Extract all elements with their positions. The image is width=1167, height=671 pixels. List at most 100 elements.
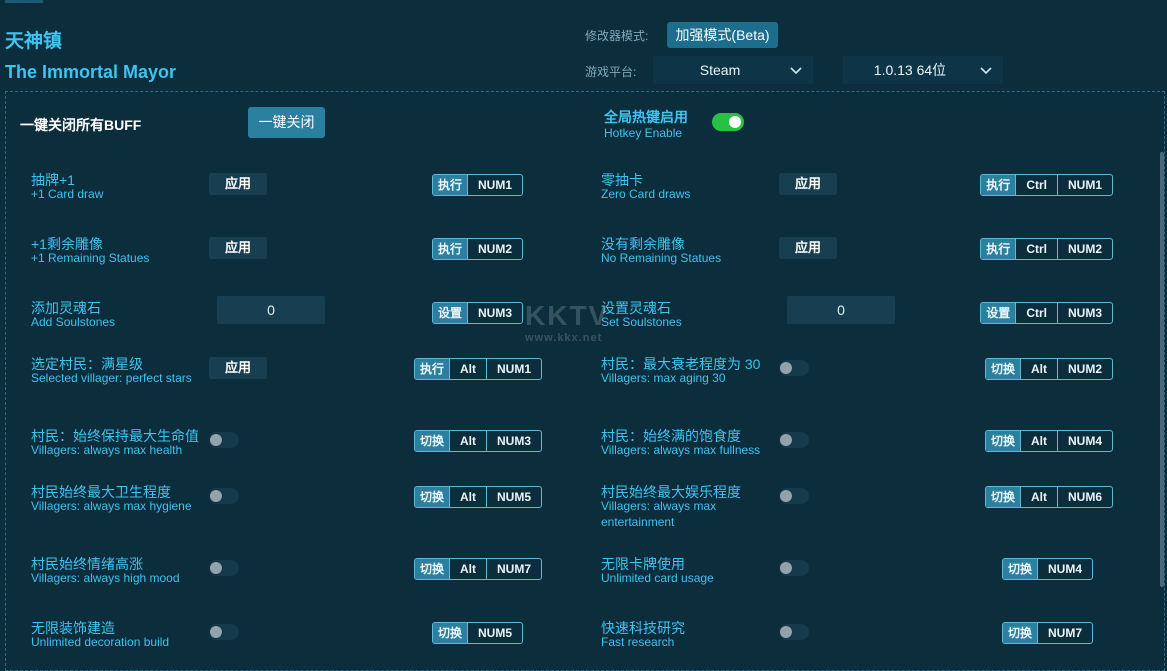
hotkey-key: NUM2	[1056, 359, 1112, 379]
mode-label: 修改器模式:	[585, 29, 649, 43]
hotkey-key: NUM5	[485, 487, 541, 507]
hotkey-chip[interactable]: 执行 Ctrl NUM2	[980, 238, 1113, 260]
hotkey-action: 切换	[414, 559, 449, 579]
hotkey-action: 执行	[981, 175, 1016, 195]
hotkey-enable-toggle[interactable]	[712, 113, 744, 131]
feature-label-en: Zero Card draws	[601, 187, 691, 201]
feature-toggle[interactable]	[779, 624, 809, 640]
apply-button[interactable]: 应用	[209, 237, 267, 259]
feature-label-en: Villagers: always high mood	[31, 571, 180, 585]
toggle-knob	[210, 626, 222, 638]
chevron-down-icon	[980, 67, 992, 75]
hotkey-key: Ctrl	[1015, 175, 1057, 195]
close-all-label: 一键关闭所有BUFF	[20, 117, 142, 133]
feature-toggle[interactable]	[209, 488, 239, 504]
hotkey-key: NUM7	[1036, 623, 1092, 643]
feature-toggle[interactable]	[779, 360, 809, 376]
feature-toggle[interactable]	[209, 560, 239, 576]
watermark-logo: KKTV	[525, 300, 610, 331]
platform-select[interactable]: Steam	[653, 56, 813, 84]
hotkey-action: 执行	[981, 239, 1016, 259]
value-input[interactable]: 0	[217, 296, 325, 324]
feature-label-en: +1 Card draw	[31, 187, 104, 201]
hotkey-key: NUM7	[485, 559, 541, 579]
scrollbar[interactable]	[1160, 152, 1164, 587]
mode-button[interactable]: 加强模式(Beta)	[667, 22, 778, 48]
version-select[interactable]: 1.0.13 64位	[843, 56, 1003, 84]
hotkey-action: 切换	[432, 623, 467, 643]
watermark-url: www.kkx.net	[525, 332, 603, 344]
hotkey-enable-label-cn: 全局热键启用	[604, 109, 688, 125]
version-value: 1.0.13 64位	[873, 62, 947, 78]
hotkey-key: NUM1	[466, 175, 522, 195]
hotkey-chip[interactable]: 切换 NUM4	[1001, 558, 1093, 580]
toggle-knob	[780, 562, 792, 574]
hotkey-chip[interactable]: 设置 NUM3	[431, 302, 523, 324]
hotkey-chip[interactable]: 切换 Alt NUM3	[413, 430, 542, 452]
feature-toggle[interactable]	[779, 488, 809, 504]
hotkey-chip[interactable]: 执行 NUM2	[431, 238, 523, 260]
toggle-knob	[729, 116, 741, 128]
hotkey-enable-label-en: Hotkey Enable	[604, 126, 683, 140]
watermark: KKTV www.kkx.net	[525, 300, 609, 344]
hotkey-chip[interactable]: 切换 Alt NUM7	[413, 558, 542, 580]
apply-button[interactable]: 应用	[209, 357, 267, 379]
hotkey-key: Ctrl	[1015, 239, 1057, 259]
hotkey-key: NUM6	[1056, 487, 1112, 507]
feature-label-en: Villagers: always max entertainment	[601, 499, 717, 529]
hotkey-chip[interactable]: 执行 Alt NUM1	[413, 358, 542, 380]
hotkey-key: Ctrl	[1015, 303, 1057, 323]
feature-label-en: Set Soulstones	[601, 315, 682, 329]
apply-button[interactable]: 应用	[779, 237, 837, 259]
feature-label-en: Selected villager: perfect stars	[31, 371, 192, 385]
feature-label-en: Fast research	[601, 635, 675, 649]
hotkey-action: 设置	[981, 303, 1016, 323]
hotkey-chip[interactable]: 设置 Ctrl NUM3	[980, 302, 1113, 324]
game-title-en: The Immortal Mayor	[5, 62, 177, 82]
hotkey-action: 切换	[985, 359, 1020, 379]
feature-toggle[interactable]	[779, 432, 809, 448]
feature-toggle[interactable]	[209, 624, 239, 640]
hotkey-chip[interactable]: 切换 Alt NUM2	[984, 358, 1113, 380]
feature-label-en: Unlimited card usage	[601, 571, 714, 585]
feature-label-en: Villagers: always max fullness	[601, 443, 761, 457]
platform-label: 游戏平台:	[585, 65, 637, 79]
close-all-button[interactable]: 一键关闭	[248, 107, 325, 138]
feature-label-en: Add Soulstones	[31, 315, 116, 329]
hotkey-action: 执行	[432, 175, 467, 195]
apply-button[interactable]: 应用	[779, 173, 837, 195]
hotkey-action: 切换	[414, 431, 449, 451]
hotkey-action: 切换	[985, 431, 1020, 451]
hotkey-chip[interactable]: 切换 Alt NUM4	[984, 430, 1113, 452]
hotkey-chip[interactable]: 切换 NUM7	[1001, 622, 1093, 644]
hotkey-action: 切换	[985, 487, 1020, 507]
hotkey-key: NUM4	[1056, 431, 1112, 451]
value-input[interactable]: 0	[787, 296, 895, 324]
feature-toggle[interactable]	[209, 432, 239, 448]
hotkey-chip[interactable]: 执行 Ctrl NUM1	[980, 174, 1113, 196]
hotkey-key: NUM2	[466, 239, 522, 259]
hotkey-chip[interactable]: 执行 NUM1	[431, 174, 523, 196]
hotkey-chip[interactable]: 切换 Alt NUM6	[984, 486, 1113, 508]
hotkey-key: NUM5	[466, 623, 522, 643]
feature-label-en: Villagers: always max health	[31, 443, 183, 457]
toggle-knob	[210, 434, 222, 446]
toggle-knob	[780, 434, 792, 446]
hotkey-key: Alt	[448, 487, 486, 507]
toggle-knob	[210, 490, 222, 502]
game-title-cn: 天神镇	[5, 31, 63, 52]
hotkey-key: Alt	[448, 431, 486, 451]
feature-label-en: +1 Remaining Statues	[31, 251, 150, 265]
hotkey-key: NUM3	[466, 303, 522, 323]
toggle-knob	[780, 490, 792, 502]
hotkey-action: 执行	[414, 359, 449, 379]
feature-label-en: Villagers: always max hygiene	[31, 499, 192, 513]
hotkey-chip[interactable]: 切换 Alt NUM5	[413, 486, 542, 508]
hotkey-key: Alt	[448, 359, 486, 379]
hotkey-key: NUM1	[485, 359, 541, 379]
hotkey-chip[interactable]: 切换 NUM5	[431, 622, 523, 644]
apply-button[interactable]: 应用	[209, 173, 267, 195]
feature-toggle[interactable]	[779, 560, 809, 576]
hotkey-action: 切换	[414, 487, 449, 507]
chevron-down-icon	[790, 67, 802, 75]
